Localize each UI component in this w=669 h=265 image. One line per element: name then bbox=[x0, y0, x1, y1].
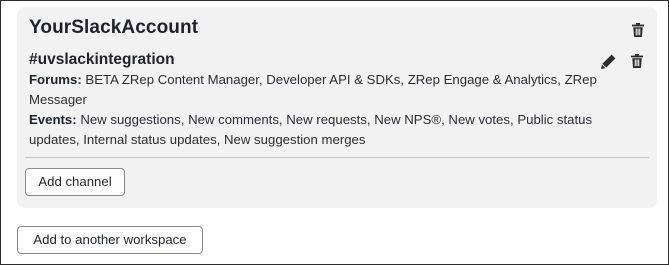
events-label: Events: bbox=[29, 112, 77, 127]
delete-channel-button[interactable] bbox=[629, 53, 645, 69]
add-channel-button[interactable]: Add channel bbox=[25, 168, 125, 196]
divider bbox=[25, 157, 649, 158]
edit-channel-button[interactable] bbox=[600, 53, 616, 69]
workspace-card: YourSlackAccount #uvslackintegration For… bbox=[17, 7, 657, 208]
events-value: New suggestions, New comments, New reque… bbox=[29, 112, 593, 147]
pencil-icon bbox=[600, 53, 616, 69]
add-workspace-button[interactable]: Add to another workspace bbox=[17, 226, 203, 254]
delete-workspace-button[interactable] bbox=[630, 22, 646, 38]
trash-icon bbox=[631, 54, 643, 68]
workspace-name: YourSlackAccount bbox=[29, 17, 199, 38]
trash-icon bbox=[632, 23, 644, 37]
forums-value: BETA ZRep Content Manager, Developer API… bbox=[29, 72, 597, 107]
channel-forums: Forums: BETA ZRep Content Manager, Devel… bbox=[29, 70, 619, 110]
slack-integration-panel: YourSlackAccount #uvslackintegration For… bbox=[0, 0, 669, 265]
channel-name: #uvslackintegration bbox=[29, 51, 175, 68]
forums-label: Forums: bbox=[29, 72, 82, 87]
channel-events: Events: New suggestions, New comments, N… bbox=[29, 110, 619, 150]
